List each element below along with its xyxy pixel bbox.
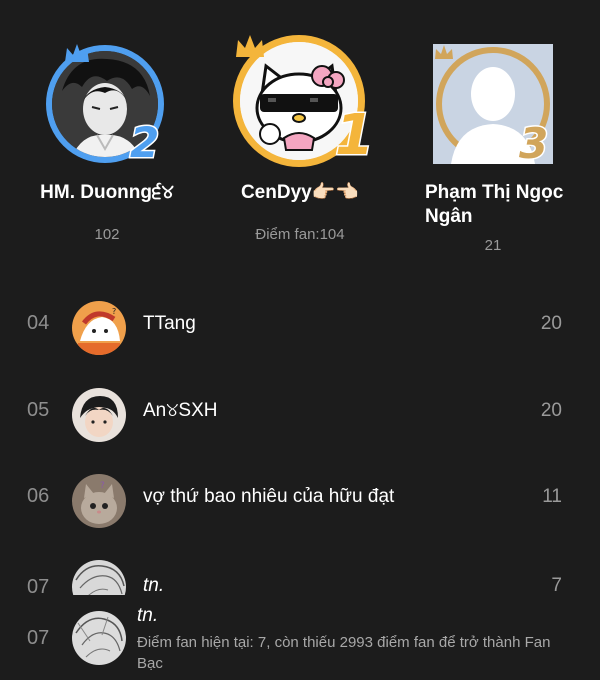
fan-leaderboard-screen: 2 HM. Duonng੬୪ 102 1 CenDyy👉🏻👈🏻 Điểm fan… <box>0 0 600 680</box>
crown-icon <box>65 44 89 62</box>
row-rank: 05 <box>27 399 50 421</box>
fan-points-note: Điểm fan hiện tại: 7, còn thiếu 2993 điể… <box>137 634 551 672</box>
avatar[interactable] <box>72 388 126 442</box>
list-item[interactable]: 05 An୪SXH 20 <box>0 385 600 445</box>
my-rank-bar: 07 tn. Điểm fan hiện tại: 7, còn thiếu 2… <box>0 597 600 680</box>
avatar[interactable]: ? <box>72 301 126 355</box>
boy-photo-avatar-image <box>72 388 126 442</box>
podium-score: 21 <box>484 237 502 254</box>
svg-text:?: ? <box>112 307 116 316</box>
my-name: tn. <box>137 605 159 626</box>
rank-badge-1: 1 <box>334 103 376 168</box>
podium-score: 102 <box>94 226 120 243</box>
rank-badge-2: 2 <box>128 118 160 167</box>
podium-name: CenDyy👉🏻👈🏻 <box>240 182 360 203</box>
svg-text:?: ? <box>100 481 105 491</box>
crown-icon <box>435 45 453 59</box>
podium-name: Phạm Thị Ngọc Ngân <box>425 182 564 227</box>
row-name: An୪SXH <box>143 400 218 421</box>
avatar[interactable] <box>72 560 126 595</box>
row-score: 7 <box>551 575 562 595</box>
row-score: 11 <box>542 486 562 507</box>
rank-badge-3: 3 <box>517 119 549 168</box>
kitten-avatar-image: ? <box>72 474 126 528</box>
list-item[interactable]: 06 ? vợ thứ bao nhiêu của hữu đạt 11 <box>0 471 600 531</box>
row-rank: 06 <box>27 485 50 507</box>
row-name: tn. <box>143 575 165 595</box>
avatar[interactable] <box>72 611 126 665</box>
cartoon-cat-avatar-image: ? <box>72 301 126 355</box>
row-rank: 07 <box>27 576 50 595</box>
row-score: 20 <box>540 313 562 334</box>
row-name: TTang <box>143 313 196 334</box>
podium-score: Điểm fan:104 <box>255 226 345 243</box>
row-name: vợ thứ bao nhiêu của hữu đạt <box>143 486 395 507</box>
podium-name: HM. Duonng੬୪ <box>40 182 174 203</box>
my-rank: 07 <box>27 627 50 649</box>
row-rank: 04 <box>27 312 50 334</box>
list-item[interactable]: 07 tn. 7 <box>0 555 600 595</box>
row-score: 20 <box>540 400 562 421</box>
crown-icon <box>236 35 264 57</box>
sketch-avatar-image <box>72 560 126 595</box>
avatar[interactable]: ? <box>72 474 126 528</box>
list-item[interactable]: 04 ? TTang 20 <box>0 298 600 358</box>
sketch-avatar-image <box>72 611 126 665</box>
